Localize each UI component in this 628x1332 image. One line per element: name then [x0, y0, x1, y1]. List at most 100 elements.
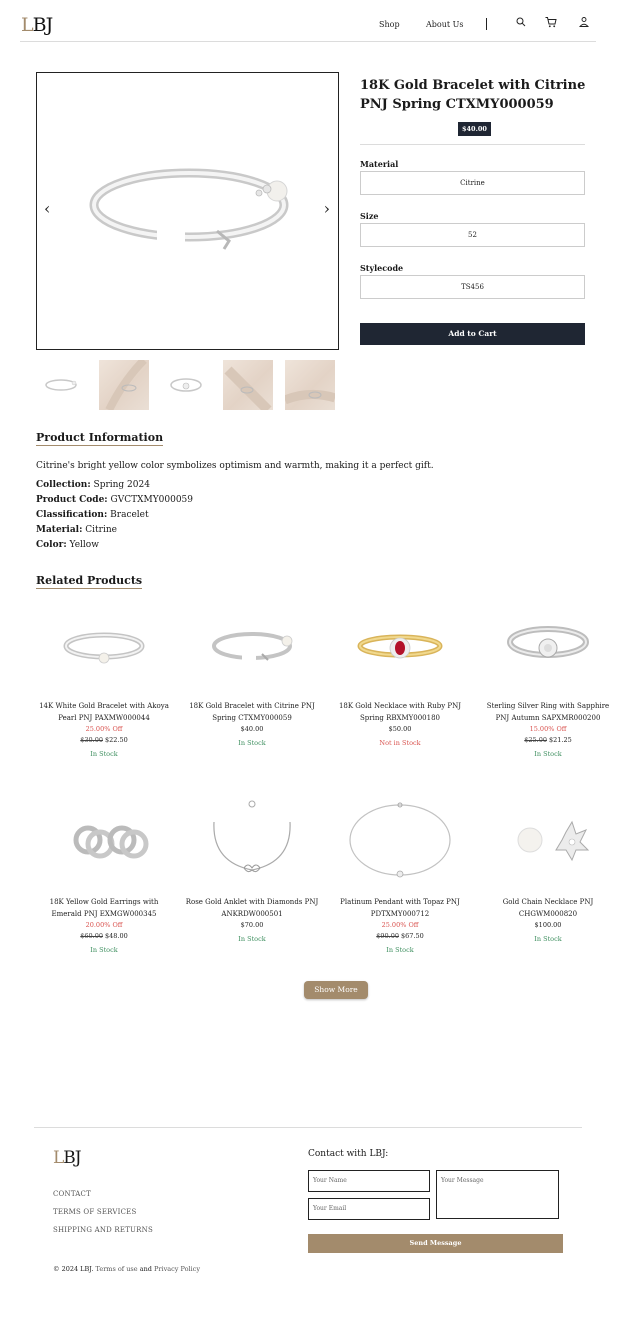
site-header: LBJ Shop About Us — [20, 0, 596, 42]
site-logo[interactable]: LBJ — [21, 14, 53, 36]
product-card[interactable]: Rose Gold Anklet with Diamonds PNJ ANKRD… — [184, 792, 320, 945]
product-name[interactable]: Gold Chain Necklace PNJ CHGWM000820 — [480, 896, 616, 920]
price: $70.00 — [240, 921, 264, 929]
stock-status: In Stock — [534, 935, 562, 943]
copyright-text: © 2024 LBJ. — [53, 1265, 94, 1273]
product-name[interactable]: 18K Yellow Gold Earrings with Emerald PN… — [36, 896, 172, 920]
product-title: 18K Gold Bracelet with Citrine PNJ Sprin… — [360, 78, 586, 112]
price: $40.00 — [240, 725, 264, 733]
discount-label: 25.00% Off — [85, 725, 123, 733]
bracelet-pearl-image — [36, 596, 172, 696]
old-price: $25.00 — [524, 736, 547, 744]
copyright-and: and — [139, 1265, 152, 1273]
discount-label: 20.00% Off — [85, 921, 123, 929]
related-products-heading: Related Products — [36, 574, 143, 589]
prev-image-button[interactable]: ‹ — [44, 199, 50, 218]
search-icon[interactable] — [515, 16, 527, 28]
price-row: $90.00 $67.50 — [332, 931, 468, 942]
silver-bangle-image — [480, 596, 616, 696]
stock-status: Not in Stock — [379, 739, 421, 747]
price-row: $30.00 $22.50 — [36, 735, 172, 746]
title-divider — [360, 144, 585, 145]
message-textarea[interactable]: Your Message — [436, 1170, 559, 1219]
product-card[interactable]: 18K Gold Necklace with Ruby PNJ Spring R… — [332, 596, 468, 749]
footer-link-shipping[interactable]: SHIPPING AND RETURNS — [53, 1226, 153, 1234]
discount-label: 25.00% Off — [381, 921, 419, 929]
add-to-cart-button[interactable]: Add to Cart — [360, 323, 585, 345]
thumbnail-4[interactable] — [223, 360, 273, 414]
spec-label: Classification: — [36, 510, 108, 520]
spec-color: Color: Yellow — [36, 540, 99, 550]
logo-letter-l: L — [21, 14, 34, 36]
footer-logo[interactable]: LBJ — [53, 1148, 82, 1168]
material-select[interactable]: Citrine — [360, 171, 585, 195]
spec-collection: Collection: Spring 2024 — [36, 480, 150, 490]
spec-label: Collection: — [36, 480, 91, 490]
old-price: $30.00 — [80, 736, 103, 744]
spec-value: Spring 2024 — [93, 480, 150, 490]
spec-value: Yellow — [69, 540, 99, 550]
product-name[interactable]: Platinum Pendant with Topaz PNJ PDTXMY00… — [332, 896, 468, 920]
nav-about-us[interactable]: About Us — [426, 20, 463, 29]
send-message-button[interactable]: Send Message — [308, 1234, 563, 1253]
user-icon[interactable] — [578, 16, 590, 28]
stylecode-select[interactable]: TS456 — [360, 275, 585, 299]
footer-divider — [34, 1127, 582, 1128]
thumbnail-2[interactable] — [99, 357, 149, 412]
stock-status: In Stock — [238, 935, 266, 943]
old-price: $90.00 — [376, 932, 399, 940]
copyright: © 2024 LBJ. Terms of use and Privacy Pol… — [53, 1265, 200, 1273]
thumbnail-1[interactable] — [36, 360, 86, 410]
footer-link-terms[interactable]: TERMS OF SERVICES — [53, 1208, 136, 1216]
next-image-button[interactable]: › — [324, 199, 330, 218]
privacy-link[interactable]: Privacy Policy — [154, 1265, 200, 1273]
price-badge: $40.00 — [458, 122, 491, 136]
stock-status: In Stock — [90, 946, 118, 954]
footer-link-contact[interactable]: CONTACT — [53, 1190, 91, 1198]
product-name[interactable]: Sterling Silver Ring with Sapphire PNJ A… — [480, 700, 616, 724]
thumbnail-5[interactable] — [283, 360, 337, 410]
product-card[interactable]: 18K Gold Bracelet with Citrine PNJ Sprin… — [184, 596, 320, 749]
nav-shop[interactable]: Shop — [379, 20, 400, 29]
product-card[interactable]: Sterling Silver Ring with Sapphire PNJ A… — [480, 596, 616, 760]
product-name[interactable]: 18K Gold Necklace with Ruby PNJ Spring R… — [332, 700, 468, 724]
cart-icon[interactable] — [545, 16, 557, 28]
thumbnail-3[interactable] — [161, 360, 211, 410]
name-input[interactable]: Your Name — [308, 1170, 430, 1192]
old-price: $60.00 — [80, 932, 103, 940]
anklet-image — [184, 792, 320, 892]
product-name[interactable]: Rose Gold Anklet with Diamonds PNJ ANKRD… — [184, 896, 320, 920]
product-card[interactable]: 18K Yellow Gold Earrings with Emerald PN… — [36, 792, 172, 956]
sale-price: $21.25 — [549, 736, 572, 744]
spec-value: Bracelet — [110, 510, 149, 520]
product-name[interactable]: 14K White Gold Bracelet with Akoya Pearl… — [36, 700, 172, 724]
product-name[interactable]: 18K Gold Bracelet with Citrine PNJ Sprin… — [184, 700, 320, 724]
spec-label: Product Code: — [36, 495, 108, 505]
material-label: Material — [360, 159, 399, 169]
product-card[interactable]: Gold Chain Necklace PNJ CHGWM000820 $100… — [480, 792, 616, 945]
sale-price: $67.50 — [401, 932, 424, 940]
price-row: $60.00 $48.00 — [36, 931, 172, 942]
discount-label: 15.00% Off — [529, 725, 567, 733]
product-info-heading: Product Information — [36, 431, 164, 446]
sale-price: $48.00 — [105, 932, 128, 940]
stock-status: In Stock — [238, 739, 266, 747]
product-card[interactable]: 14K White Gold Bracelet with Akoya Pearl… — [36, 596, 172, 760]
email-input[interactable]: Your Email — [308, 1198, 430, 1220]
spec-label: Material: — [36, 525, 83, 535]
size-select[interactable]: 52 — [360, 223, 585, 247]
contact-heading: Contact with LBJ: — [308, 1149, 389, 1159]
price: $50.00 — [388, 725, 412, 733]
stock-status: In Stock — [386, 946, 414, 954]
bracelet-open-image — [184, 596, 320, 696]
show-more-button[interactable]: Show More — [304, 981, 368, 999]
sale-price: $22.50 — [105, 736, 128, 744]
price-row: $25.00 $21.25 — [480, 735, 616, 746]
product-card[interactable]: Platinum Pendant with Topaz PNJ PDTXMY00… — [332, 792, 468, 956]
stylecode-label: Stylecode — [360, 263, 404, 273]
size-label: Size — [360, 211, 379, 221]
logo-letters-bj: BJ — [63, 1148, 81, 1168]
bracelet-image — [89, 168, 289, 250]
terms-link[interactable]: Terms of use — [96, 1265, 138, 1273]
spec-material: Material: Citrine — [36, 525, 117, 535]
